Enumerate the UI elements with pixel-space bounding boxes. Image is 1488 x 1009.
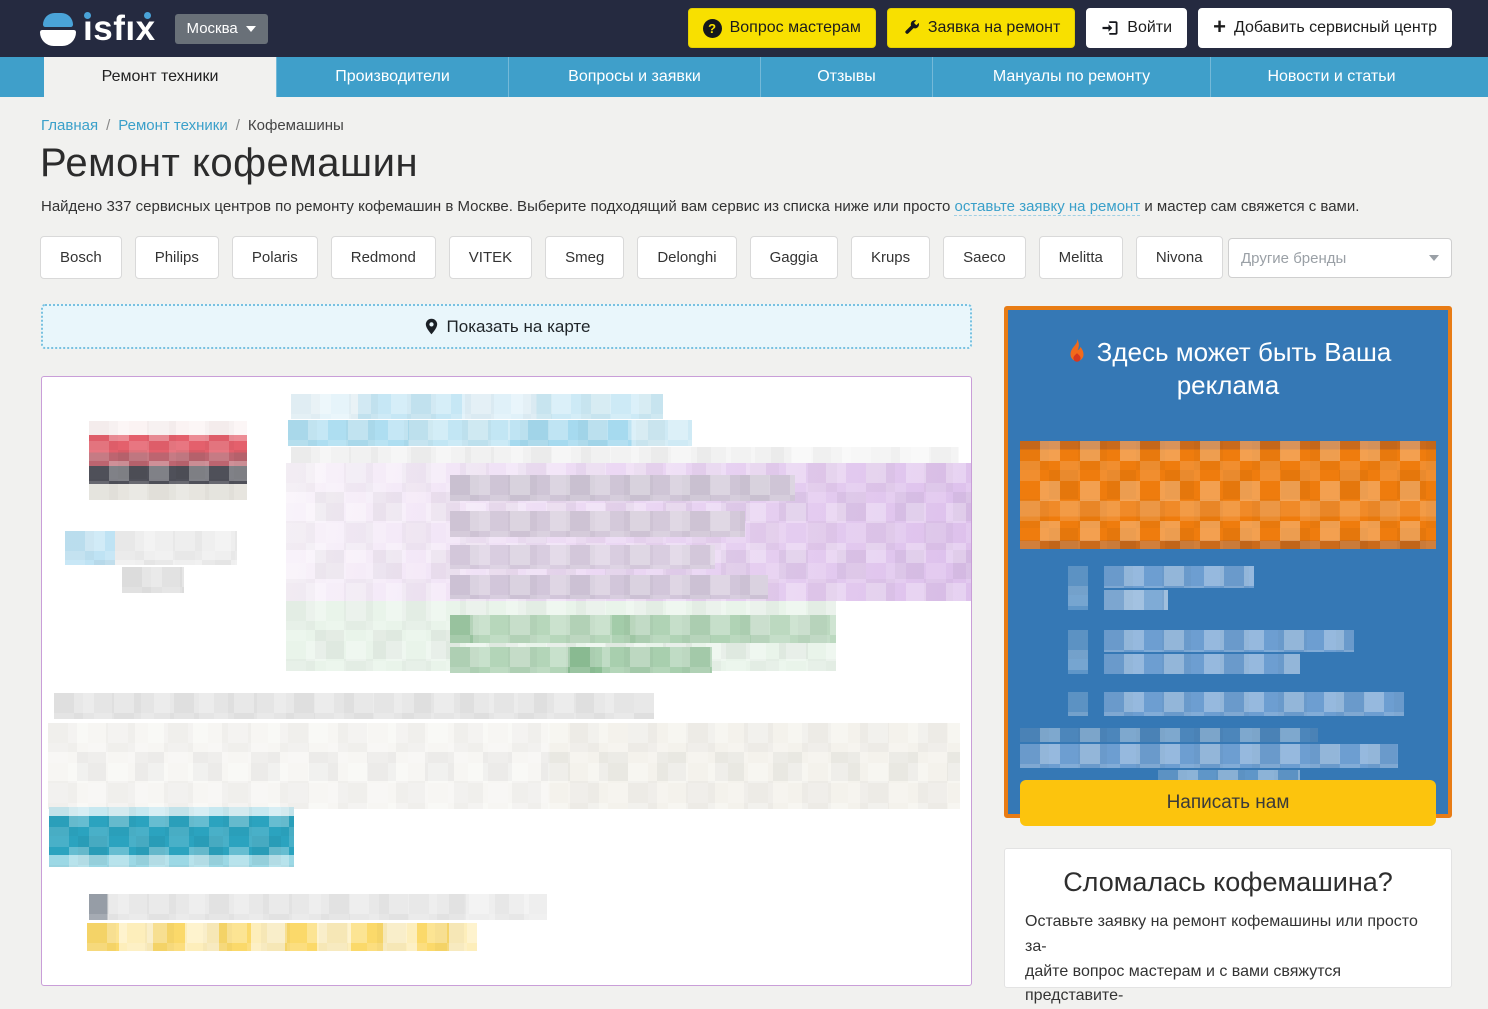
redacted-meta-block (115, 531, 237, 565)
redacted-detail-line (450, 511, 745, 537)
redacted-ad-line (1020, 744, 1398, 768)
redacted-ad-line (1104, 590, 1168, 610)
redacted-ad-line (1104, 630, 1354, 652)
tab-repair-tech[interactable]: Ремонт техники (44, 57, 276, 97)
redacted-ad-line (1104, 692, 1404, 716)
brand-chip-redmond[interactable]: Redmond (331, 236, 436, 279)
other-brands-select[interactable]: Другие бренды (1228, 238, 1452, 278)
login-button[interactable]: Войти (1086, 8, 1187, 48)
city-selector[interactable]: Москва (175, 14, 268, 44)
breadcrumb-separator: / (236, 117, 240, 134)
app-logo[interactable]: ısfıx (40, 11, 156, 47)
ad-banner: Здесь может быть Ваша реклама Написать н… (1004, 306, 1452, 818)
redacted-ad-image (1020, 441, 1436, 549)
breadcrumb-current: Кофемашины (248, 117, 344, 134)
redacted-ad-line (1104, 654, 1300, 674)
top-header: ısfıx Москва ? Вопрос мастерам Заявка на… (0, 0, 1488, 57)
brand-chip-philips[interactable]: Philips (135, 236, 219, 279)
leave-request-link[interactable]: оставьте заявку на ремонт (954, 198, 1140, 216)
redacted-ad-bullet (1068, 630, 1088, 674)
brand-chip-smeg[interactable]: Smeg (545, 236, 624, 279)
show-on-map-button[interactable]: Показать на карте (41, 304, 972, 349)
brand-chip-saeco[interactable]: Saeco (943, 236, 1026, 279)
redacted-faint-band (48, 723, 960, 809)
select-caret-icon (1429, 255, 1439, 261)
redacted-review-line (89, 894, 547, 920)
write-us-button[interactable]: Написать нам (1020, 780, 1436, 826)
redacted-provider-logo (89, 421, 247, 500)
question-icon: ? (703, 19, 722, 38)
brand-filter: Bosch Philips Polaris Redmond VITEK Smeg… (40, 236, 1223, 279)
city-label: Москва (187, 20, 238, 37)
breadcrumb: Главная / Ремонт техники / Кофемашины (41, 117, 344, 134)
map-pin-icon (423, 316, 440, 337)
login-icon (1101, 19, 1119, 37)
redacted-detail-line (450, 475, 795, 501)
tab-questions-requests[interactable]: Вопросы и заявки (508, 57, 760, 97)
breadcrumb-separator: / (106, 117, 110, 134)
brand-chip-krups[interactable]: Krups (851, 236, 930, 279)
cta-text: Оставьте заявку на ремонт кофемашины или… (1025, 910, 1431, 1009)
flame-icon (1065, 339, 1089, 365)
main-nav: Ремонт техники Производители Вопросы и з… (0, 57, 1488, 97)
chevron-down-icon (246, 26, 256, 32)
brand-chip-gaggia[interactable]: Gaggia (750, 236, 838, 279)
redacted-meta-block (65, 531, 115, 565)
redacted-green-tags (450, 615, 836, 643)
brand-chip-bosch[interactable]: Bosch (40, 236, 122, 279)
redacted-ad-line (1104, 566, 1254, 588)
cta-title: Сломалась кофемашина? (1025, 867, 1431, 898)
redacted-ad-line (1020, 728, 1318, 742)
broken-machine-card: Сломалась кофемашина? Оставьте заявку на… (1004, 848, 1452, 988)
service-list-card (41, 376, 972, 986)
tab-news-articles[interactable]: Новости и статьи (1210, 57, 1452, 97)
brand-chip-vitek[interactable]: VITEK (449, 236, 532, 279)
plus-icon: + (1213, 16, 1226, 38)
question-masters-button[interactable]: ? Вопрос мастерам (688, 8, 876, 48)
redacted-ad-bullet (1068, 566, 1088, 610)
logo-mark-icon (40, 11, 76, 47)
redacted-rating-stars (87, 923, 477, 951)
page-title: Ремонт кофемашин (40, 141, 418, 186)
tab-repair-manuals[interactable]: Мануалы по ремонту (932, 57, 1210, 97)
repair-request-button[interactable]: Заявка на ремонт (887, 8, 1075, 48)
nav-spacer (0, 57, 44, 97)
redacted-text-line (54, 693, 654, 719)
redacted-green-tags (450, 647, 712, 673)
brand-chip-nivona[interactable]: Nivona (1136, 236, 1223, 279)
tab-manufacturers[interactable]: Производители (276, 57, 508, 97)
logo-text: ısfıx (83, 11, 156, 46)
breadcrumb-link-repair[interactable]: Ремонт техники (118, 117, 227, 134)
redacted-detail-line (450, 545, 715, 569)
page-intro: Найдено 337 сервисных центров по ремонту… (41, 198, 1451, 215)
header-actions: ? Вопрос мастерам Заявка на ремонт Войти… (688, 8, 1452, 48)
wrench-icon (902, 19, 920, 37)
ad-title: Здесь может быть Ваша реклама (1008, 336, 1448, 402)
redacted-meta-block (122, 567, 184, 593)
redacted-ad-bullet (1068, 692, 1088, 716)
redacted-phone-button (49, 807, 294, 867)
redacted-title-line (288, 420, 692, 446)
tab-reviews[interactable]: Отзывы (760, 57, 932, 97)
redacted-detail-line (450, 575, 768, 599)
brand-chip-delonghi[interactable]: Delonghi (637, 236, 736, 279)
brand-chip-polaris[interactable]: Polaris (232, 236, 318, 279)
add-service-center-button[interactable]: + Добавить сервисный центр (1198, 8, 1452, 48)
breadcrumb-link-home[interactable]: Главная (41, 117, 98, 134)
redacted-title-line (291, 394, 663, 419)
brand-chip-melitta[interactable]: Melitta (1039, 236, 1123, 279)
